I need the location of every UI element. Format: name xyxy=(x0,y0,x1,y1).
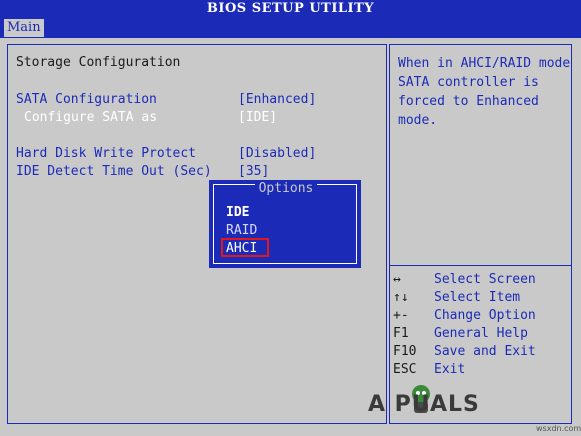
key-select-screen: ↔ xyxy=(393,272,401,287)
key-change-option: +- xyxy=(393,308,409,323)
key-general-help: F1 xyxy=(393,326,409,341)
watermark: wsxdn.com xyxy=(536,424,581,433)
key-desc-select-item: Select Item xyxy=(434,290,521,305)
key-desc-change-option: Change Option xyxy=(434,308,536,323)
key-desc-general-help: General Help xyxy=(434,326,528,341)
options-popup-frame: Options IDE RAID AHCI xyxy=(213,181,358,264)
key-save-exit: F10 xyxy=(393,344,417,359)
help-line-4: mode. xyxy=(398,113,438,128)
setting-value-configure-sata[interactable]: [IDE] xyxy=(238,110,277,126)
help-line-2: SATA controller is xyxy=(398,75,539,90)
key-desc-exit: Exit xyxy=(434,362,466,377)
option-ide[interactable]: IDE xyxy=(226,205,249,221)
setting-label-hard-disk-write-protect[interactable]: Hard Disk Write Protect xyxy=(16,146,196,162)
help-line-1: When in AHCI/RAID mode xyxy=(398,56,571,71)
appuals-logo: A PUALS xyxy=(368,392,480,417)
setting-label-configure-sata[interactable]: Configure SATA as xyxy=(24,110,157,126)
setting-value-ide-detect-timeout[interactable]: [35] xyxy=(238,164,269,180)
ahci-highlight-box xyxy=(221,238,269,257)
app-title: BIOS SETUP UTILITY xyxy=(0,0,581,18)
key-select-item: ↑↓ xyxy=(393,290,409,305)
tab-main[interactable]: Main xyxy=(4,19,44,37)
options-popup: Options IDE RAID AHCI xyxy=(209,180,361,268)
setting-value-hard-disk-write-protect[interactable]: [Disabled] xyxy=(238,146,316,162)
option-raid[interactable]: RAID xyxy=(226,223,257,239)
section-title: Storage Configuration xyxy=(16,55,181,70)
help-line-3: forced to Enhanced xyxy=(398,94,539,109)
bios-screen: BIOS SETUP UTILITY Main Storage Configur… xyxy=(0,0,581,436)
key-desc-select-screen: Select Screen xyxy=(434,272,536,287)
key-desc-save-exit: Save and Exit xyxy=(434,344,536,359)
options-popup-title: Options xyxy=(214,181,358,196)
help-divider xyxy=(389,265,572,266)
setting-value-sata-configuration[interactable]: [Enhanced] xyxy=(238,92,316,108)
menu-bar: Main xyxy=(0,18,581,38)
setting-label-ide-detect-timeout[interactable]: IDE Detect Time Out (Sec) xyxy=(16,164,212,180)
setting-label-sata-configuration[interactable]: SATA Configuration xyxy=(16,92,157,108)
key-exit: ESC xyxy=(393,362,417,377)
